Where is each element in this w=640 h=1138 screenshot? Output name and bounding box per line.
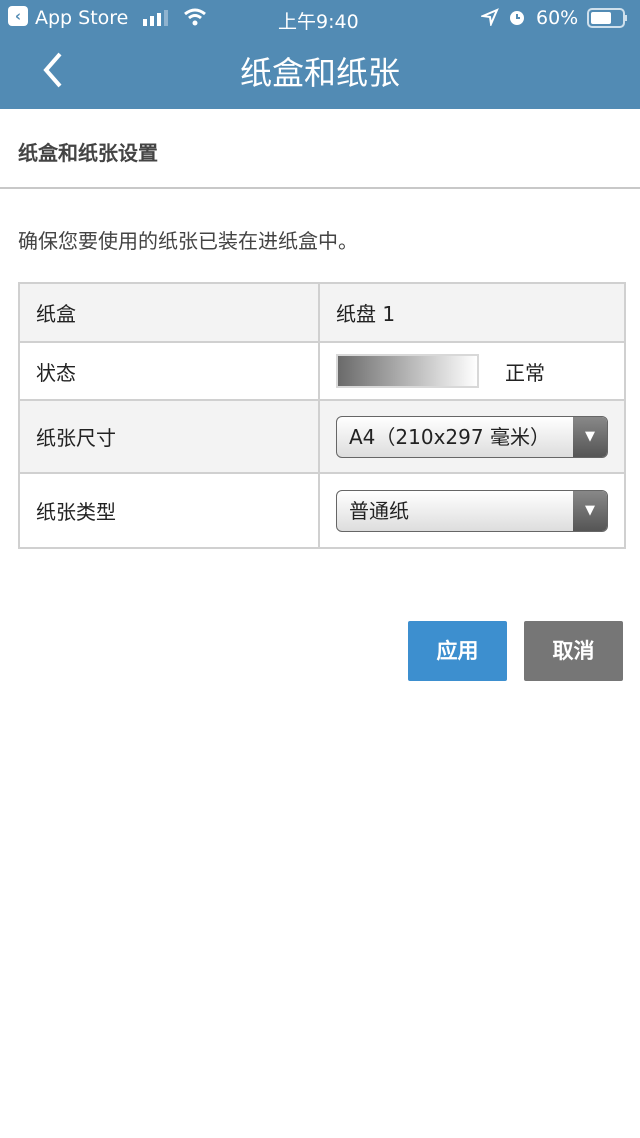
row-label: 纸盒: [18, 282, 320, 343]
status-value: 正常: [505, 360, 545, 385]
dropdown-arrow-icon: ▼: [573, 490, 607, 531]
back-app-label[interactable]: App Store: [35, 7, 128, 29]
battery-percent: 60%: [536, 7, 579, 29]
dropdown-arrow-icon: ▼: [573, 416, 607, 457]
tray-value: 纸盘 1: [318, 282, 626, 343]
row-label: 状态: [18, 341, 320, 401]
paper-type-select[interactable]: 普通纸 ▼: [336, 489, 608, 532]
paper-size-select[interactable]: A4（210x297 毫米） ▼: [336, 415, 608, 458]
battery-icon: [587, 8, 629, 33]
status-bar: ‹ App Store 上午9:40 60%: [0, 5, 640, 33]
table-row: 纸张尺寸 A4（210x297 毫米） ▼: [18, 399, 626, 474]
section-title: 纸盒和纸张设置: [18, 141, 158, 165]
wifi-icon: [183, 8, 207, 31]
table-row: 纸盒 纸盘 1: [18, 282, 626, 343]
paper-level-bar: [336, 354, 479, 388]
location-icon: [479, 8, 499, 31]
tray-settings-table: 纸盒 纸盘 1 状态 正常 纸张尺寸 A4（210x297 毫米） ▼ 纸张类型 …: [18, 282, 626, 549]
back-to-app-icon[interactable]: ‹: [8, 6, 28, 26]
row-label: 纸张类型: [18, 472, 320, 549]
top-bar: ‹ App Store 上午9:40 60% 纸盒和纸张: [0, 0, 640, 109]
paper-type-value: 普通纸: [349, 498, 409, 523]
divider: [0, 187, 640, 189]
alarm-icon: [508, 8, 526, 31]
cancel-button[interactable]: 取消: [524, 621, 623, 681]
paper-size-value: A4（210x297 毫米）: [349, 424, 550, 449]
page-title: 纸盒和纸张: [239, 54, 400, 92]
time: 上午9:40: [278, 11, 359, 33]
row-label: 纸张尺寸: [18, 399, 320, 474]
table-row: 状态 正常: [18, 341, 626, 401]
hint-text: 确保您要使用的纸张已装在进纸盒中。: [18, 229, 358, 253]
table-row: 纸张类型 普通纸 ▼: [18, 472, 626, 549]
apply-button[interactable]: 应用: [408, 621, 507, 681]
signal-icon: [143, 9, 171, 31]
